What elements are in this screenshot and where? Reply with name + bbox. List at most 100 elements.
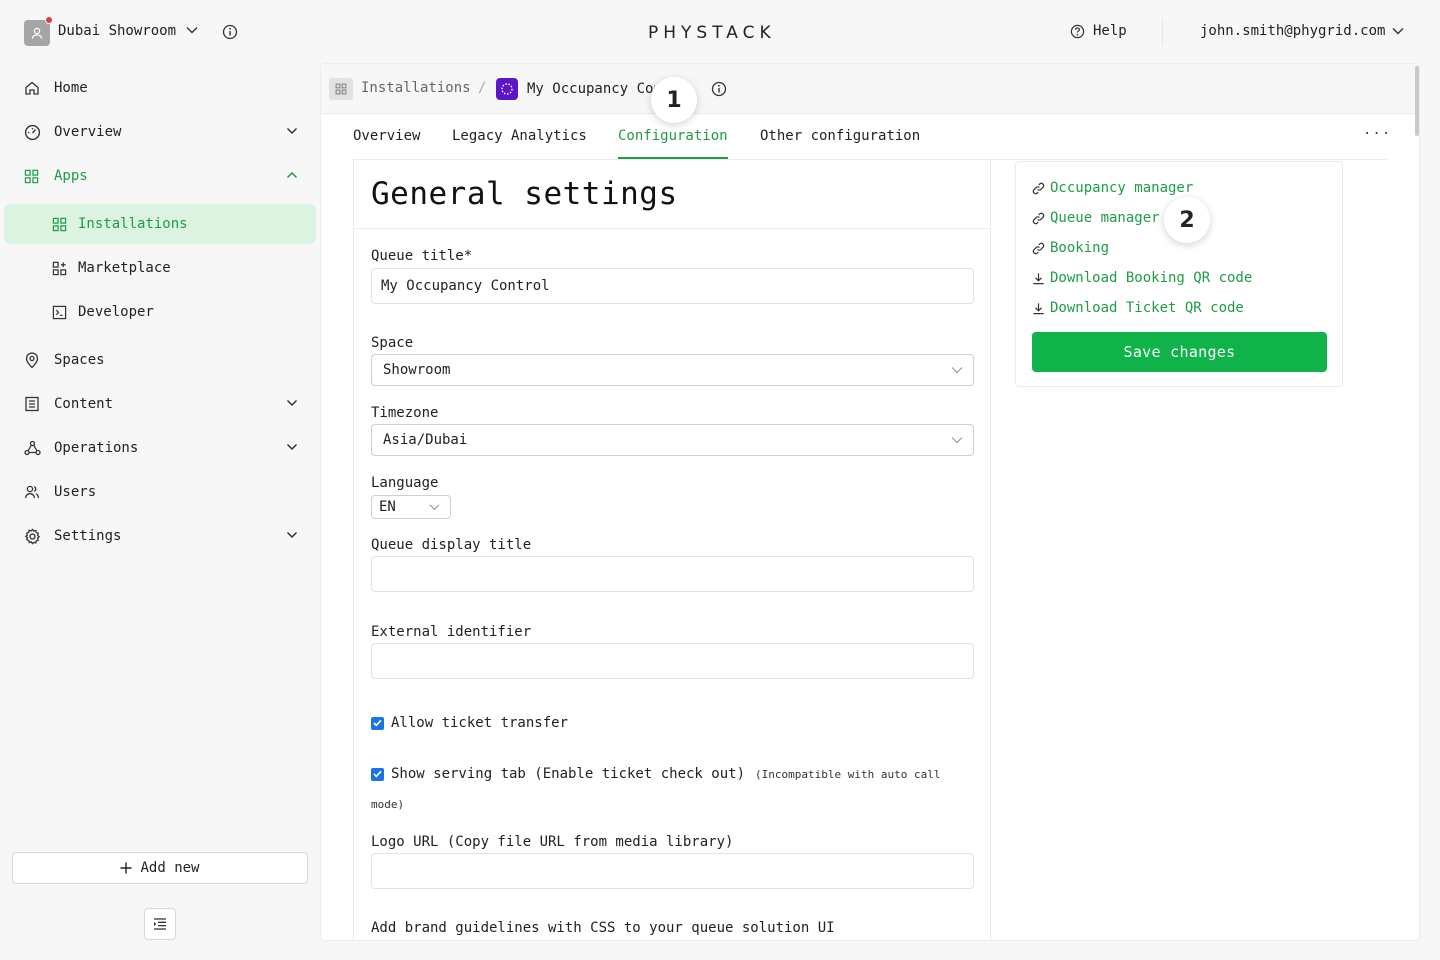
chevron-down-icon[interactable]: [286, 442, 298, 452]
brand-logo: PHYSTACK: [648, 23, 794, 45]
allow-ticket-transfer-label: Allow ticket transfer: [391, 715, 569, 731]
add-new-button[interactable]: Add new: [12, 852, 308, 884]
download-icon: [1033, 272, 1044, 284]
terminal-icon: [52, 305, 67, 319]
help-label: Help: [1093, 23, 1127, 39]
breadcrumb-separator: /: [478, 80, 487, 96]
breadcrumb-installations-link[interactable]: Installations: [361, 80, 471, 96]
installations-app-icon: [329, 78, 353, 100]
org-name[interactable]: Dubai Showroom: [58, 23, 176, 39]
users-icon: [24, 485, 40, 499]
chevron-down-icon[interactable]: [186, 25, 198, 35]
sidebar-item-settings[interactable]: Settings: [24, 516, 314, 556]
location-pin-icon: [25, 351, 39, 368]
tab-configuration[interactable]: Configuration: [618, 128, 728, 144]
breadcrumb-current: My Occupancy Control: [527, 81, 655, 97]
sidebar-item-developer[interactable]: Developer: [4, 292, 316, 332]
chevron-up-icon[interactable]: [286, 170, 298, 180]
external-identifier-label: External identifier: [371, 624, 532, 640]
logo-url-label: Logo URL (Copy file URL from media libra…: [371, 834, 734, 850]
show-serving-tab-checkbox[interactable]: [371, 767, 384, 781]
brand-css-label: Add brand guidelines with CSS to your qu…: [371, 920, 835, 936]
sidebar-item-installations[interactable]: Installations: [4, 204, 316, 244]
divider: [354, 228, 990, 229]
space-select[interactable]: Showroom: [371, 354, 974, 386]
step-badge-2: 2: [1164, 197, 1210, 243]
sidebar-item-content[interactable]: Content: [24, 384, 314, 424]
sidebar-item-home[interactable]: Home: [24, 68, 314, 108]
document-list-icon: [25, 396, 39, 412]
chevron-down-icon: [951, 437, 963, 444]
tab-overview[interactable]: Overview: [353, 128, 420, 144]
download-ticket-qr-link[interactable]: Download Ticket QR code: [1032, 300, 1244, 316]
general-settings-form: General settings Queue title* My Occupan…: [353, 160, 991, 940]
link-icon: [1032, 182, 1045, 194]
grid-icon: [335, 83, 347, 95]
more-options-icon[interactable]: ···: [1363, 126, 1391, 142]
language-select[interactable]: EN: [371, 495, 451, 519]
sidebar-item-label: Installations: [78, 216, 188, 232]
occupancy-app-icon: [496, 78, 518, 100]
tab-legacy-analytics[interactable]: Legacy Analytics: [452, 128, 587, 144]
allow-ticket-transfer-row: Allow ticket transfer: [371, 715, 568, 731]
user-menu[interactable]: john.smith@phygrid.com: [1200, 23, 1385, 39]
download-booking-qr-link[interactable]: Download Booking QR code: [1032, 270, 1252, 286]
chevron-down-icon: [951, 367, 963, 374]
header-divider: [1162, 18, 1163, 46]
queue-display-title-input[interactable]: [371, 556, 974, 592]
grid-icon: [52, 217, 67, 231]
main-panel: Installations / My Occupancy Control 1 O…: [321, 64, 1419, 940]
sidebar-item-label: Operations: [54, 440, 139, 456]
grid-icon: [24, 169, 39, 183]
scrollbar[interactable]: [1415, 66, 1419, 136]
home-icon: [25, 81, 39, 95]
chevron-down-icon[interactable]: [1392, 26, 1404, 36]
sidebar-item-overview[interactable]: Overview: [24, 112, 314, 152]
link-label: Queue manager: [1050, 210, 1160, 226]
sidebar-item-apps[interactable]: Apps: [24, 156, 314, 196]
show-serving-tab-note-continued: mode): [371, 798, 405, 811]
info-icon[interactable]: [711, 81, 727, 97]
checkmark-icon: [373, 719, 382, 727]
sidebar-item-label: Content: [54, 396, 114, 412]
allow-ticket-transfer-checkbox[interactable]: [371, 716, 384, 730]
sidebar-item-operations[interactable]: Operations: [24, 428, 314, 468]
queue-title-input[interactable]: My Occupancy Control: [371, 268, 974, 304]
add-new-label: Add new: [140, 860, 200, 876]
ring-icon: [501, 83, 513, 95]
link-label: Occupancy manager: [1050, 180, 1194, 196]
sidebar-item-marketplace[interactable]: Marketplace: [4, 248, 316, 288]
timezone-select[interactable]: Asia/Dubai: [371, 424, 974, 456]
chevron-down-icon[interactable]: [286, 126, 298, 136]
timezone-select-value: Asia/Dubai: [383, 432, 468, 448]
external-identifier-input[interactable]: [371, 643, 974, 679]
info-icon[interactable]: [222, 24, 238, 40]
download-icon: [1033, 302, 1044, 314]
space-label: Space: [371, 335, 414, 351]
grid-plus-icon: [52, 261, 67, 275]
sidebar-item-label: Apps: [54, 168, 88, 184]
sidebar-item-spaces[interactable]: Spaces: [24, 340, 314, 380]
chevron-down-icon[interactable]: [286, 530, 298, 540]
brand-logo-text: PHYSTACK: [648, 23, 776, 41]
help-link[interactable]: Help: [1070, 23, 1127, 39]
logo-url-input[interactable]: [371, 853, 974, 889]
collapse-sidebar-button[interactable]: [144, 908, 176, 940]
language-select-value: EN: [379, 499, 396, 515]
tab-other-configuration[interactable]: Other configuration: [760, 128, 920, 144]
timezone-label: Timezone: [371, 405, 439, 421]
sidebar-item-label: Overview: [54, 124, 122, 140]
chevron-down-icon[interactable]: [286, 398, 298, 408]
org-avatar[interactable]: [24, 20, 50, 46]
show-serving-tab-label: Show serving tab (Enable ticket check ou…: [391, 766, 746, 782]
booking-link[interactable]: Booking: [1032, 240, 1109, 256]
save-changes-button[interactable]: Save changes: [1032, 332, 1327, 372]
occupancy-manager-link[interactable]: Occupancy manager: [1032, 180, 1193, 196]
chevron-down-icon: [429, 504, 440, 511]
active-tab-indicator: [618, 157, 728, 159]
queue-manager-link[interactable]: Queue manager: [1032, 210, 1160, 226]
sidebar-item-label: Spaces: [54, 352, 105, 368]
link-label: Download Ticket QR code: [1050, 300, 1244, 316]
sidebar-item-label: Developer: [78, 304, 154, 320]
sidebar-item-users[interactable]: Users: [24, 472, 314, 512]
